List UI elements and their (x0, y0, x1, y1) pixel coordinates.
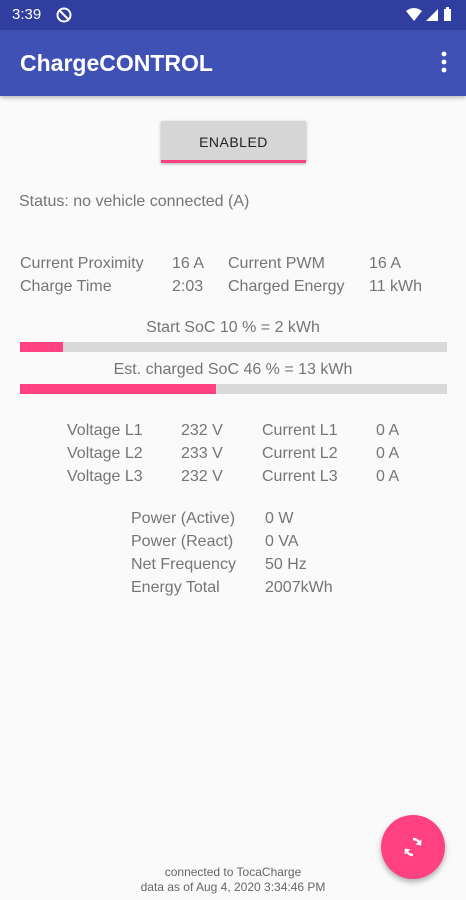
more-vert-icon[interactable] (438, 50, 450, 76)
wifi-icon (406, 8, 422, 21)
voltage-l1-label: Voltage L1 (67, 422, 143, 439)
net-frequency-value: 50 Hz (265, 556, 307, 573)
charge-time-label: Charge Time (20, 278, 112, 295)
app-title: ChargeCONTROL (20, 50, 213, 76)
power-react-value: 0 VA (265, 533, 299, 550)
current-l3-label: Current L3 (262, 468, 338, 485)
do-not-disturb-icon (56, 7, 72, 28)
start-soc-progress-bar (20, 342, 447, 352)
current-proximity-label: Current Proximity (20, 255, 144, 272)
charge-time-value: 2:03 (172, 278, 204, 295)
est-soc-label: Est. charged SoC 46 % = 13 kWh (113, 361, 353, 378)
voltage-l1-value: 232 V (181, 422, 223, 439)
energy-total-label: Energy Total (131, 579, 220, 596)
est-soc-progress-bar (20, 384, 447, 394)
start-soc-progress-fill (20, 342, 63, 352)
enabled-button-label: ENABLED (199, 134, 268, 150)
start-soc-label: Start SoC 10 % = 2 kWh (146, 319, 320, 336)
net-frequency-label: Net Frequency (131, 556, 236, 573)
power-active-value: 0 W (265, 510, 294, 527)
current-proximity-value: 16 A (172, 255, 205, 272)
enabled-toggle-button[interactable]: ENABLED (161, 121, 306, 163)
current-l2-label: Current L2 (262, 445, 338, 462)
current-pwm-label: Current PWM (228, 255, 325, 272)
battery-icon (444, 7, 451, 21)
charged-energy-value: 11 kWh (369, 278, 423, 295)
status-time: 3:39 (12, 6, 42, 23)
voltage-l3-label: Voltage L3 (67, 468, 143, 485)
voltage-l3-value: 232 V (181, 468, 223, 485)
data-timestamp: data as of Aug 4, 2020 3:34:46 PM (140, 880, 326, 894)
current-l2-value: 0 A (376, 445, 400, 462)
voltage-l2-label: Voltage L2 (67, 445, 143, 462)
app-bar: ChargeCONTROL (0, 30, 466, 96)
energy-total-value: 2007kWh (265, 579, 333, 596)
status-text: Status: no vehicle connected (A) (19, 193, 250, 210)
power-active-label: Power (Active) (131, 510, 236, 527)
current-l3-value: 0 A (376, 468, 400, 485)
signal-icon (426, 9, 438, 21)
current-l1-value: 0 A (376, 422, 400, 439)
charged-energy-label: Charged Energy (228, 278, 345, 295)
button-accent-underline (161, 160, 306, 163)
est-soc-progress-fill (20, 384, 217, 394)
status-bar: 3:39 (0, 0, 466, 30)
current-pwm-value: 16 A (369, 255, 402, 272)
refresh-icon (404, 837, 422, 857)
connection-info: connected to TocaCharge (164, 865, 302, 879)
power-react-label: Power (React) (131, 533, 234, 550)
current-l1-label: Current L1 (262, 422, 338, 439)
voltage-l2-value: 233 V (181, 445, 223, 462)
system-icons (406, 7, 456, 28)
